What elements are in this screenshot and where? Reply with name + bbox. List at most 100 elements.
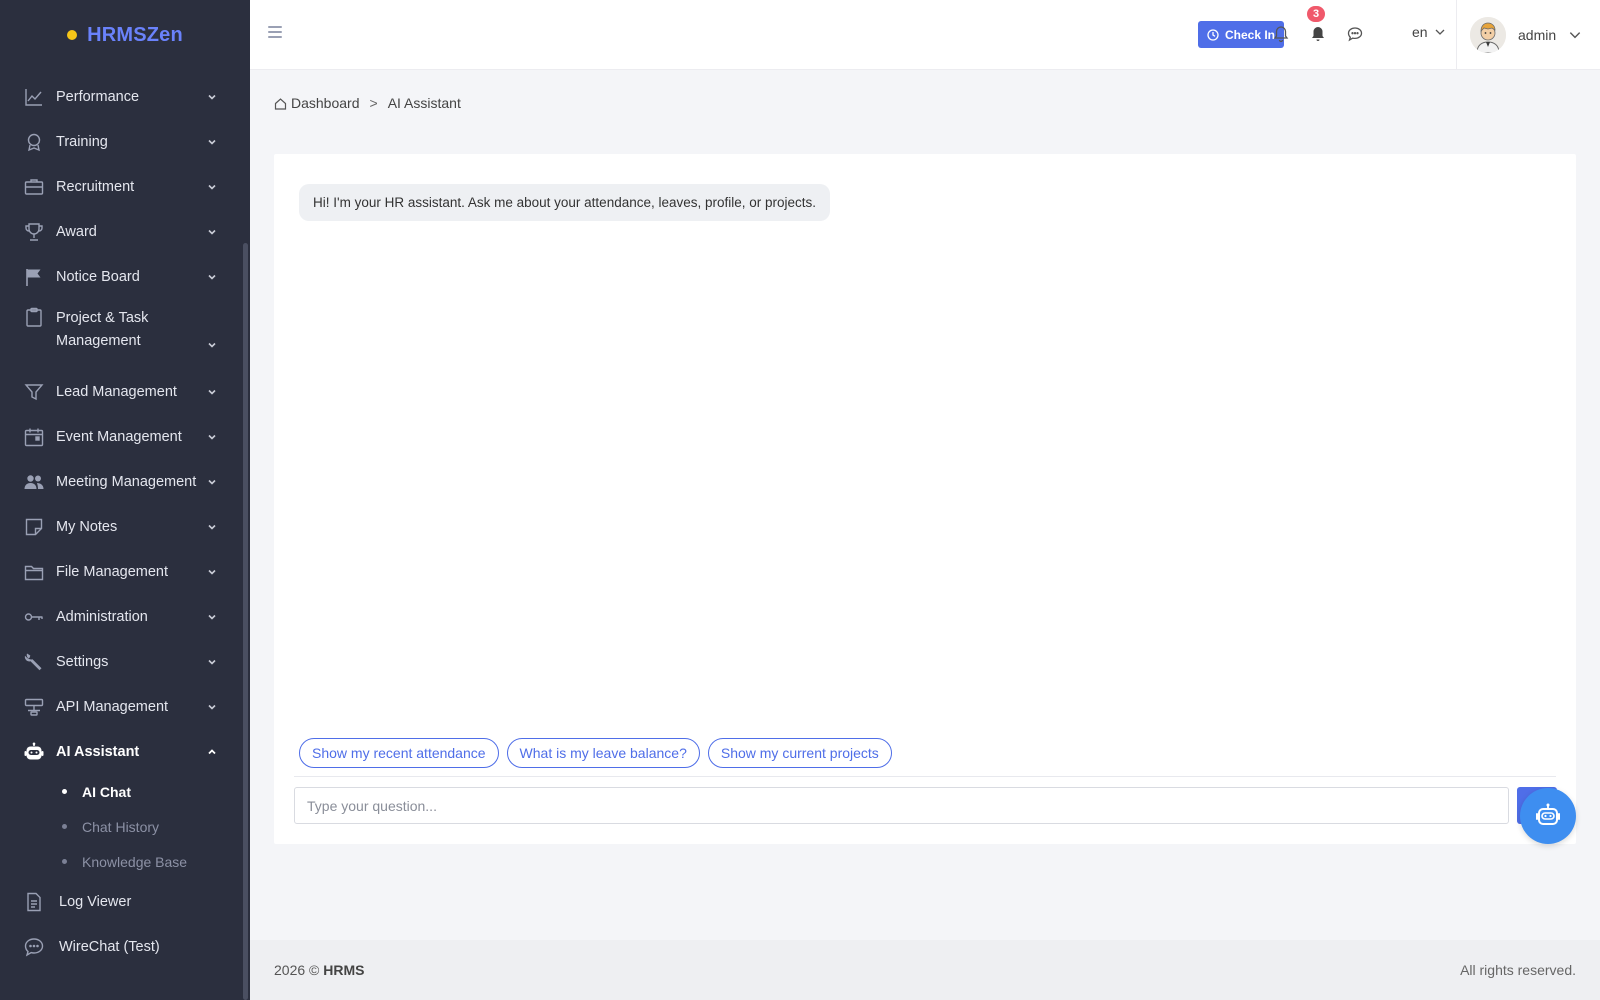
avatar	[1470, 17, 1506, 53]
home-icon	[274, 97, 287, 110]
bullet-icon	[62, 789, 67, 794]
brand-logo[interactable]: HRMSZen	[0, 0, 250, 70]
sidebar-item-label: Event Management	[56, 428, 182, 445]
clock-icon	[1207, 28, 1219, 41]
chevron-down-icon	[208, 704, 216, 710]
sidebar-subitem-label: Chat History	[82, 818, 160, 835]
sidebar-item-label: My Notes	[56, 518, 118, 535]
chevron-down-icon	[208, 342, 216, 348]
brand-dot-icon	[67, 30, 78, 40]
footer-brand[interactable]: HRMS	[323, 962, 364, 978]
chevron-up-icon	[208, 748, 216, 754]
sidebar-item-file-management[interactable]: File Management	[0, 549, 240, 594]
chevron-down-icon	[1569, 32, 1581, 39]
sidebar-item-label: Lead Management	[56, 383, 177, 400]
sidebar-item-lead-management[interactable]: Lead Management	[0, 369, 240, 414]
sidebar-item-wirechat[interactable]: WireChat (Test)	[0, 924, 240, 969]
sidebar-item-administration[interactable]: Administration	[0, 594, 240, 639]
sidebar-item-training[interactable]: Training	[0, 119, 240, 164]
sidebar-item-label: File Management	[56, 563, 169, 580]
sidebar-item-meeting-management[interactable]: Meeting Management	[0, 459, 240, 504]
sidebar-item-notice-board[interactable]: Notice Board	[0, 254, 240, 299]
brand-name: HRMSZen	[87, 23, 183, 46]
sidebar-item-log-viewer[interactable]: Log Viewer	[0, 879, 240, 924]
chat-icon[interactable]	[1346, 25, 1364, 43]
chevron-down-icon	[208, 569, 216, 575]
suggestion-chip[interactable]: Show my recent attendance	[299, 738, 499, 768]
chevron-down-icon	[208, 139, 216, 145]
bell-outline-icon[interactable]	[1272, 25, 1290, 43]
sidebar-item-label: Administration	[56, 608, 148, 625]
bullet-icon	[62, 859, 67, 864]
sidebar-item-performance[interactable]: Performance	[0, 74, 240, 119]
bullet-icon	[62, 824, 67, 829]
sidebar-subitem-chat-history[interactable]: Chat History	[0, 809, 240, 844]
sidebar-item-label: Log Viewer	[59, 893, 132, 910]
award-ribbon-icon	[24, 132, 44, 152]
sidebar-item-label: Training	[56, 133, 108, 150]
notification-count-badge: 3	[1307, 6, 1325, 22]
sidebar-item-ai-assistant[interactable]: AI Assistant	[0, 729, 240, 774]
robot-icon	[1536, 803, 1560, 825]
clipboard-icon	[24, 307, 44, 327]
sidebar-item-award[interactable]: Award	[0, 209, 240, 254]
suggestion-chips: Show my recent attendance What is my lea…	[299, 738, 892, 768]
flag-icon	[24, 267, 44, 287]
breadcrumb-current: AI Assistant	[387, 95, 461, 111]
sidebar-subitem-label: Knowledge Base	[82, 853, 188, 870]
chevron-down-icon	[208, 614, 216, 620]
language-selector[interactable]: en	[1412, 24, 1446, 40]
sidebar-item-label: Performance	[56, 88, 140, 105]
footer-rights: All rights reserved.	[1460, 962, 1576, 978]
chevron-down-icon	[1435, 29, 1445, 35]
sidebar-item-settings[interactable]: Settings	[0, 639, 240, 684]
bell-filled-icon[interactable]	[1309, 25, 1327, 43]
chat-bubble-icon	[24, 937, 44, 957]
breadcrumb: Dashboard > AI Assistant	[274, 95, 461, 111]
suggestion-chip[interactable]: Show my current projects	[707, 738, 892, 768]
language-label: en	[1412, 24, 1428, 40]
suggestion-chip[interactable]: What is my leave balance?	[506, 738, 700, 768]
sidebar-scrollbar[interactable]	[243, 243, 248, 1000]
funnel-icon	[24, 382, 44, 402]
sidebar-item-label: API Management	[56, 698, 169, 715]
user-menu[interactable]: admin	[1470, 17, 1582, 53]
sidebar-item-my-notes[interactable]: My Notes	[0, 504, 240, 549]
ai-assistant-fab[interactable]	[1520, 788, 1576, 844]
sidebar-item-label: Recruitment	[56, 178, 135, 195]
sidebar-subitem-label: AI Chat	[82, 783, 131, 800]
sidebar-item-event-management[interactable]: Event Management	[0, 414, 240, 459]
sidebar-item-label: Settings	[56, 653, 109, 670]
menu-toggle-icon[interactable]	[268, 26, 282, 38]
chevron-down-icon	[208, 389, 216, 395]
sidebar-item-recruitment[interactable]: Recruitment	[0, 164, 240, 209]
sidebar-item-project-task-management[interactable]: Project & Task Management	[0, 299, 240, 369]
chart-line-icon	[24, 87, 44, 107]
chevron-down-icon	[208, 274, 216, 280]
wrench-icon	[24, 652, 44, 672]
check-in-label: Check In	[1225, 27, 1276, 42]
assistant-message: Hi! I'm your HR assistant. Ask me about …	[299, 184, 831, 221]
sidebar-item-label: WireChat (Test)	[59, 938, 160, 955]
sidebar-item-api-management[interactable]: API Management	[0, 684, 240, 729]
chat-divider	[294, 776, 1556, 777]
sidebar-item-label: Notice Board	[56, 268, 140, 285]
document-icon	[24, 892, 44, 912]
trophy-icon	[24, 222, 44, 242]
sidebar-item-label: Meeting Management	[56, 473, 197, 490]
calendar-icon	[24, 427, 44, 447]
sidebar-item-label: Award	[56, 223, 97, 240]
robot-icon	[24, 742, 44, 762]
sidebar-subitem-knowledge-base[interactable]: Knowledge Base	[0, 844, 240, 879]
chat-input[interactable]	[294, 787, 1509, 824]
chevron-down-icon	[208, 94, 216, 100]
sidebar-item-label: AI Assistant	[56, 743, 140, 760]
sidebar: HRMSZen Performance Training Recruitment…	[0, 0, 250, 1000]
footer: 2026 © HRMS All rights reserved.	[250, 940, 1600, 1000]
breadcrumb-home-link[interactable]: Dashboard	[291, 95, 360, 111]
breadcrumb-separator: >	[369, 95, 378, 111]
chevron-down-icon	[208, 434, 216, 440]
chevron-down-icon	[208, 229, 216, 235]
sidebar-subitem-ai-chat[interactable]: AI Chat	[0, 774, 240, 809]
user-name: admin	[1518, 27, 1557, 43]
